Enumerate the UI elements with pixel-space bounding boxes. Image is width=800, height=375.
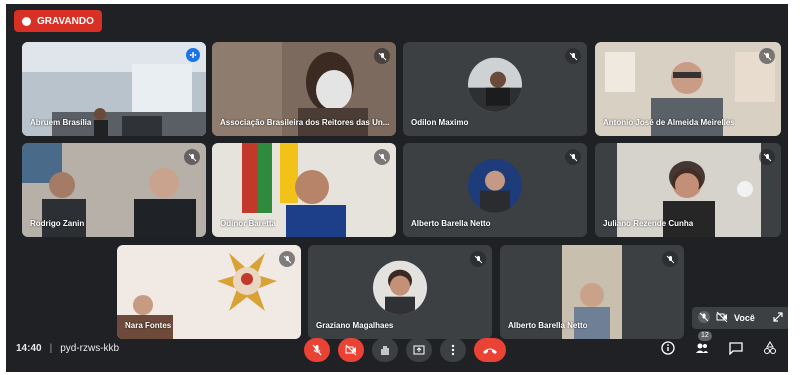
mic-off-icon <box>374 149 390 165</box>
recording-badge: GRAVANDO <box>14 10 102 32</box>
chat-button[interactable] <box>726 338 746 358</box>
bottom-toolbar: 14:40 | pyd-rzws-kkb 12 <box>6 331 788 372</box>
participant-name: Rodrigo Zanin <box>30 219 85 228</box>
camera-off-icon[interactable] <box>716 311 728 325</box>
more-icon <box>451 344 455 356</box>
recording-label: GRAVANDO <box>37 15 94 27</box>
people-button[interactable]: 12 <box>692 331 712 358</box>
self-view-label: Você <box>734 313 755 323</box>
participant-name: Nara Fontes <box>125 321 172 330</box>
chat-icon <box>729 342 743 355</box>
leave-call-button[interactable] <box>474 338 506 362</box>
participant-name: Alberto Barella Netto <box>508 321 588 330</box>
activities-icon <box>764 341 776 354</box>
people-icon <box>696 343 708 353</box>
raise-hand-button[interactable] <box>372 338 398 362</box>
meeting-details-button[interactable] <box>658 338 678 358</box>
self-view-tile[interactable]: Você <box>692 307 788 329</box>
expand-icon[interactable] <box>773 312 783 324</box>
participant-count-badge: 12 <box>698 331 712 341</box>
participant-avatar <box>468 158 522 213</box>
info-icon <box>661 341 675 355</box>
participant-tile[interactable]: Odinor Baretta <box>212 143 396 237</box>
mic-off-icon <box>565 149 581 165</box>
activities-button[interactable] <box>760 338 780 358</box>
mic-toggle-button[interactable] <box>304 338 330 362</box>
mic-off-icon <box>470 251 486 267</box>
call-controls <box>304 338 506 362</box>
camera-off-icon <box>345 344 357 356</box>
present-button[interactable] <box>406 338 432 362</box>
participant-name: Alberto Barella Netto <box>411 219 491 228</box>
participant-tile[interactable]: Odilon Maximo <box>403 42 587 136</box>
participant-tile[interactable]: Antonio José de Almeida Meirelles <box>595 42 781 136</box>
participant-name: Odinor Baretta <box>220 219 277 228</box>
participant-tile[interactable]: Juliano Rezende Cunha <box>595 143 781 237</box>
participant-name: Juliano Rezende Cunha <box>603 219 694 228</box>
meet-window: GRAVANDO Abruem Brasília Associação Bras… <box>6 4 788 372</box>
clock-time: 14:40 <box>16 343 42 354</box>
mic-off-icon <box>662 251 678 267</box>
hang-up-icon <box>483 348 497 354</box>
participant-tile[interactable]: Alberto Barella Netto <box>500 245 684 339</box>
more-options-button[interactable] <box>440 338 466 362</box>
participant-name: Odilon Maximo <box>411 118 469 127</box>
meta-separator: | <box>49 343 53 354</box>
mic-off-icon <box>279 251 295 267</box>
mic-off-icon <box>759 48 775 64</box>
participant-name: Abruem Brasília <box>30 118 92 127</box>
side-controls: 12 <box>658 331 780 358</box>
camera-toggle-button[interactable] <box>338 338 364 362</box>
mic-off-icon <box>184 149 200 165</box>
participant-tile[interactable]: Graziano Magalhaes <box>308 245 492 339</box>
participant-tile[interactable]: Associação Brasileira dos Reitores das U… <box>212 42 396 136</box>
raise-hand-icon <box>381 346 389 355</box>
meeting-meta: 14:40 | pyd-rzws-kkb <box>16 343 119 354</box>
mic-off-icon <box>374 48 390 64</box>
mic-off-icon <box>312 344 322 356</box>
mic-off-icon[interactable] <box>698 311 710 325</box>
participant-name: Antonio José de Almeida Meirelles <box>603 118 735 127</box>
mic-off-icon <box>759 149 775 165</box>
participant-avatar <box>373 260 427 315</box>
participant-name: Graziano Magalhaes <box>316 321 394 330</box>
meeting-code: pyd-rzws-kkb <box>60 343 120 354</box>
participant-name: Associação Brasileira dos Reitores das U… <box>220 118 390 127</box>
mic-off-icon <box>565 48 581 64</box>
participant-tile[interactable]: Abruem Brasília <box>22 42 206 136</box>
speaking-indicator-icon <box>186 48 200 62</box>
present-icon <box>413 345 425 355</box>
participant-tile[interactable]: Nara Fontes <box>117 245 301 339</box>
record-dot-icon <box>22 16 31 26</box>
participant-tile[interactable]: Rodrigo Zanin <box>22 143 206 237</box>
participant-tile[interactable]: Alberto Barella Netto <box>403 143 587 237</box>
participant-avatar <box>468 57 522 112</box>
